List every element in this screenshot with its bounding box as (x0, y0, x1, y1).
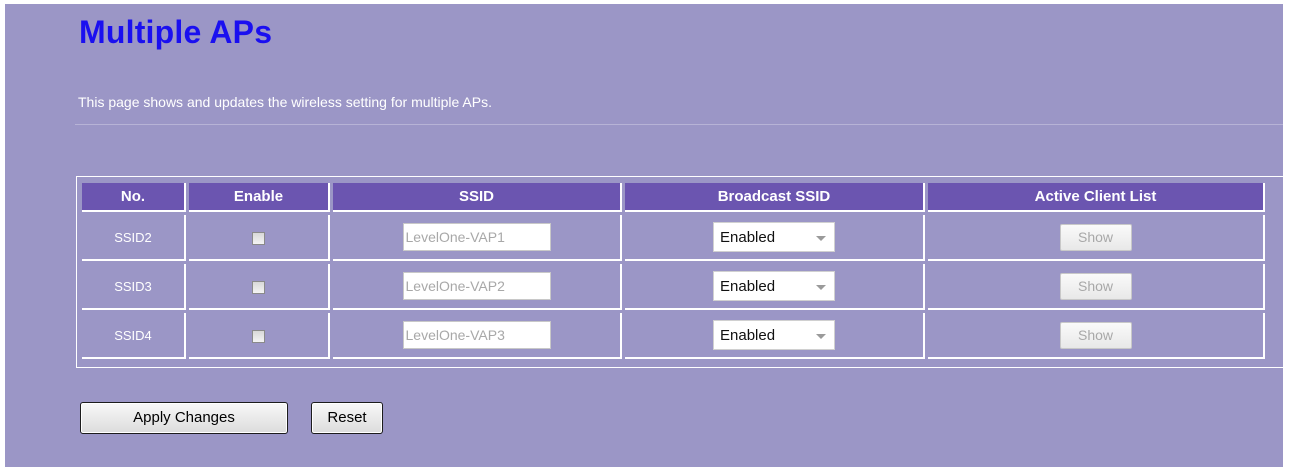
ssid-number: SSID4 (82, 313, 186, 359)
ssid-input[interactable] (402, 321, 551, 349)
enable-checkbox[interactable] (252, 231, 265, 245)
header-broadcast-ssid: Broadcast SSID (625, 183, 925, 212)
reset-button[interactable]: Reset (311, 402, 383, 434)
page-background: Multiple APs This page shows and updates… (5, 4, 1283, 467)
broadcast-ssid-value: Enabled (720, 326, 776, 344)
show-client-list-button[interactable]: Show (1059, 223, 1132, 251)
show-client-list-button[interactable]: Show (1059, 321, 1132, 349)
divider (75, 124, 1283, 125)
chevron-down-icon (816, 235, 826, 241)
enable-checkbox[interactable] (252, 280, 265, 294)
broadcast-ssid-value: Enabled (720, 277, 776, 295)
client-list-cell: Show (928, 313, 1265, 359)
ssid-cell (333, 313, 622, 359)
enable-cell (189, 264, 330, 310)
ssid-cell (333, 264, 622, 310)
enable-cell (189, 313, 330, 359)
client-list-cell: Show (928, 215, 1265, 261)
page-description: This page shows and updates the wireless… (78, 94, 492, 110)
chevron-down-icon (816, 284, 826, 290)
broadcast-cell: Enabled (625, 313, 925, 359)
apply-changes-button[interactable]: Apply Changes (80, 402, 288, 434)
ssid-cell (333, 215, 622, 261)
ssid-input[interactable] (402, 272, 551, 300)
chevron-down-icon (816, 333, 826, 339)
header-enable: Enable (189, 183, 330, 212)
header-no: No. (82, 183, 186, 212)
broadcast-ssid-select[interactable]: Enabled (713, 222, 835, 252)
enable-cell (189, 215, 330, 261)
table-row: SSID3 Enabled Show (82, 264, 1265, 310)
header-ssid: SSID (333, 183, 622, 212)
multiple-ap-table-container: No. Enable SSID Broadcast SSID Active Cl… (76, 176, 1283, 368)
header-active-client-list: Active Client List (928, 183, 1265, 212)
broadcast-ssid-value: Enabled (720, 228, 776, 246)
ssid-number: SSID2 (82, 215, 186, 261)
broadcast-ssid-select[interactable]: Enabled (713, 320, 835, 350)
enable-checkbox[interactable] (252, 329, 265, 343)
table-header-row: No. Enable SSID Broadcast SSID Active Cl… (82, 183, 1265, 212)
table-row: SSID4 Enabled Show (82, 313, 1265, 359)
ssid-input[interactable] (402, 223, 551, 251)
multiple-ap-table: No. Enable SSID Broadcast SSID Active Cl… (79, 180, 1268, 362)
ssid-number: SSID3 (82, 264, 186, 310)
broadcast-cell: Enabled (625, 264, 925, 310)
client-list-cell: Show (928, 264, 1265, 310)
page-title: Multiple APs (79, 14, 273, 50)
broadcast-ssid-select[interactable]: Enabled (713, 271, 835, 301)
broadcast-cell: Enabled (625, 215, 925, 261)
table-row: SSID2 Enabled Show (82, 215, 1265, 261)
show-client-list-button[interactable]: Show (1059, 272, 1132, 300)
